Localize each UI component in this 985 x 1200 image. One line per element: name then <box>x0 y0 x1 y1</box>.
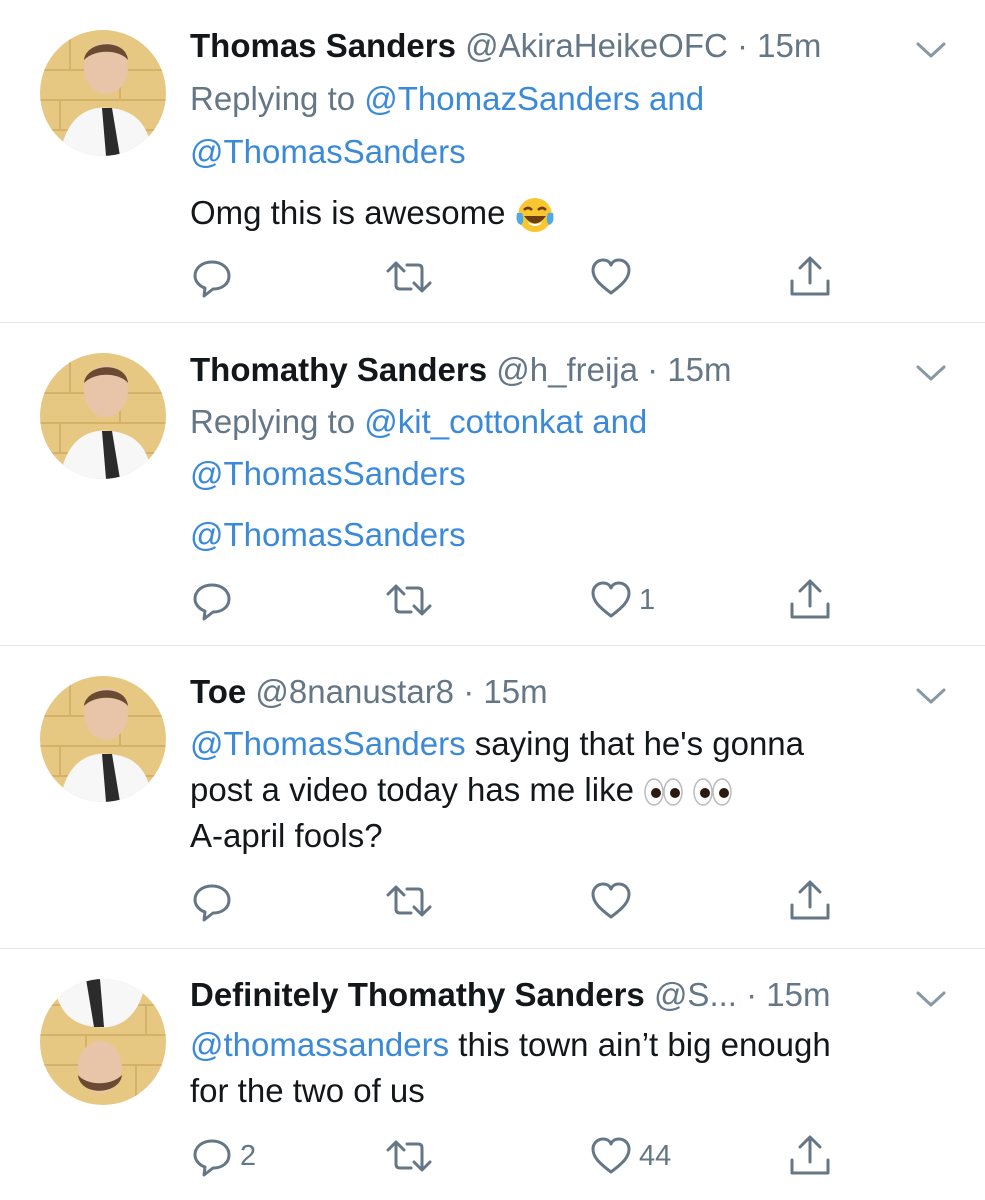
separator-dot: · <box>736 976 767 1013</box>
share-button[interactable] <box>788 255 832 299</box>
timestamp[interactable]: 15m <box>757 27 821 64</box>
share-button[interactable] <box>788 578 832 622</box>
like-button[interactable] <box>589 255 639 299</box>
tweet-4[interactable]: Definitely Thomathy Sanders @S... · 15m … <box>0 949 985 1200</box>
replying-to-label: Replying to <box>190 80 365 117</box>
retweet-icon <box>386 584 432 616</box>
avatar[interactable] <box>40 676 166 802</box>
reply-button[interactable] <box>190 879 240 923</box>
retweet-button[interactable] <box>385 578 439 622</box>
chevron-down-icon[interactable] <box>914 40 948 60</box>
tweet-3[interactable]: Toe @8nanustar8 · 15m @ThomasSanders say… <box>0 646 985 948</box>
retweet-icon <box>386 885 432 917</box>
mention-link[interactable]: @ThomasSanders <box>190 516 466 553</box>
reply-icon <box>193 1139 231 1177</box>
reply-mention-link[interactable]: @kit_cottonkat <box>364 403 583 440</box>
separator-dot: · <box>637 351 668 388</box>
reply-button[interactable] <box>190 578 240 622</box>
avatar[interactable] <box>40 353 166 479</box>
like-icon <box>591 581 631 618</box>
reply-mention-link[interactable]: @ThomasSanders <box>190 455 466 492</box>
reply-icon <box>193 884 231 922</box>
display-name[interactable]: Definitely Thomathy Sanders <box>190 976 645 1013</box>
reply-button[interactable] <box>190 255 240 299</box>
share-button[interactable] <box>788 879 832 923</box>
share-icon <box>790 579 830 619</box>
retweet-icon <box>386 261 432 293</box>
tweet-text-content: for the two of us <box>190 1072 425 1109</box>
tweet-text-content: Omg this is awesome <box>190 194 506 231</box>
share-button[interactable] <box>788 1134 832 1178</box>
tweet-text-line-2: for the two of us <box>190 1071 425 1111</box>
user-handle[interactable]: @AkiraHeikeOFC <box>465 27 728 64</box>
display-name[interactable]: Thomas Sanders <box>190 27 456 64</box>
timestamp[interactable]: 15m <box>483 673 547 710</box>
chevron-down-icon[interactable] <box>914 686 948 706</box>
like-button[interactable]: 1 <box>589 578 655 622</box>
like-button[interactable]: 44 <box>589 1134 671 1178</box>
timestamp[interactable]: 15m <box>766 976 830 1013</box>
replying-to: Replying to @kit_cottonkat and <box>190 402 647 442</box>
replying-to-line2: @ThomasSanders <box>190 132 466 172</box>
display-name[interactable]: Toe <box>190 673 246 710</box>
retweet-icon <box>386 1140 432 1172</box>
reply-icon <box>193 260 231 298</box>
like-button[interactable] <box>589 879 639 923</box>
separator-dot: · <box>454 673 484 710</box>
eyes-emoji-icon <box>644 778 732 807</box>
timestamp[interactable]: 15m <box>667 351 731 388</box>
share-icon <box>790 880 830 920</box>
reply-mention-link[interactable]: @ThomazSanders <box>364 80 640 117</box>
user-handle[interactable]: @S... <box>654 976 737 1013</box>
share-icon <box>790 1135 830 1175</box>
mention-link[interactable]: @thomassanders <box>190 1026 449 1063</box>
like-icon <box>591 1137 631 1174</box>
tweet-header: Thomas Sanders @AkiraHeikeOFC · 15m <box>190 26 821 66</box>
tweet-2[interactable]: Thomathy Sanders @h_freija · 15m Replyin… <box>0 323 985 645</box>
reply-mention-link[interactable]: @ThomasSanders <box>190 133 466 170</box>
tweet-text-line-1: @thomassanders this town ain’t big enoug… <box>190 1025 831 1065</box>
like-count: 1 <box>639 583 656 616</box>
retweet-button[interactable] <box>385 1134 439 1178</box>
avatar[interactable] <box>40 30 166 156</box>
tweet-text-line-1: @ThomasSanders saying that he's gonna <box>190 724 804 764</box>
chevron-down-icon[interactable] <box>914 363 948 383</box>
replying-to: Replying to @ThomazSanders and <box>190 79 704 119</box>
tweet-text-content: A-april fools? <box>190 817 383 854</box>
tweet-text: @ThomasSanders <box>190 515 466 555</box>
replying-to-line2: @ThomasSanders <box>190 454 466 494</box>
chevron-down-icon[interactable] <box>914 989 948 1009</box>
reply-icon <box>193 583 231 621</box>
display-name[interactable]: Thomathy Sanders <box>190 351 487 388</box>
like-count: 44 <box>639 1139 672 1172</box>
reply-joiner: and <box>639 80 705 117</box>
retweet-button[interactable] <box>385 255 439 299</box>
replying-to-label: Replying to <box>190 403 365 440</box>
reply-count: 2 <box>240 1139 257 1172</box>
user-handle[interactable]: @h_freija <box>496 351 638 388</box>
separator-dot: · <box>727 27 758 64</box>
tweet-text-line-2: post a video today has me like <box>190 770 735 810</box>
tweet-header: Thomathy Sanders @h_freija · 15m <box>190 350 732 390</box>
tweet-header: Toe @8nanustar8 · 15m <box>190 672 548 712</box>
user-handle[interactable]: @8nanustar8 <box>255 673 454 710</box>
reply-joiner: and <box>583 403 648 440</box>
retweet-button[interactable] <box>385 879 439 923</box>
tweet-text-content: post a video today has me like <box>190 771 634 808</box>
tweet-text-content: this town ain’t big enough <box>449 1026 831 1063</box>
like-icon <box>591 882 631 919</box>
tweet-1[interactable]: Thomas Sanders @AkiraHeikeOFC · 15m Repl… <box>0 0 985 322</box>
tweet-text: Omg this is awesome <box>190 193 555 235</box>
tweet-text-content: saying that he's gonna <box>465 725 805 762</box>
mention-link[interactable]: @ThomasSanders <box>190 725 466 762</box>
tears-of-joy-emoji-icon <box>516 198 554 233</box>
reply-button[interactable]: 2 <box>190 1134 256 1178</box>
like-icon <box>591 258 631 295</box>
tweet-text-line-3: A-april fools? <box>190 816 383 856</box>
share-icon <box>790 256 830 296</box>
tweet-header: Definitely Thomathy Sanders @S... · 15m <box>190 975 830 1015</box>
avatar[interactable] <box>40 979 166 1105</box>
